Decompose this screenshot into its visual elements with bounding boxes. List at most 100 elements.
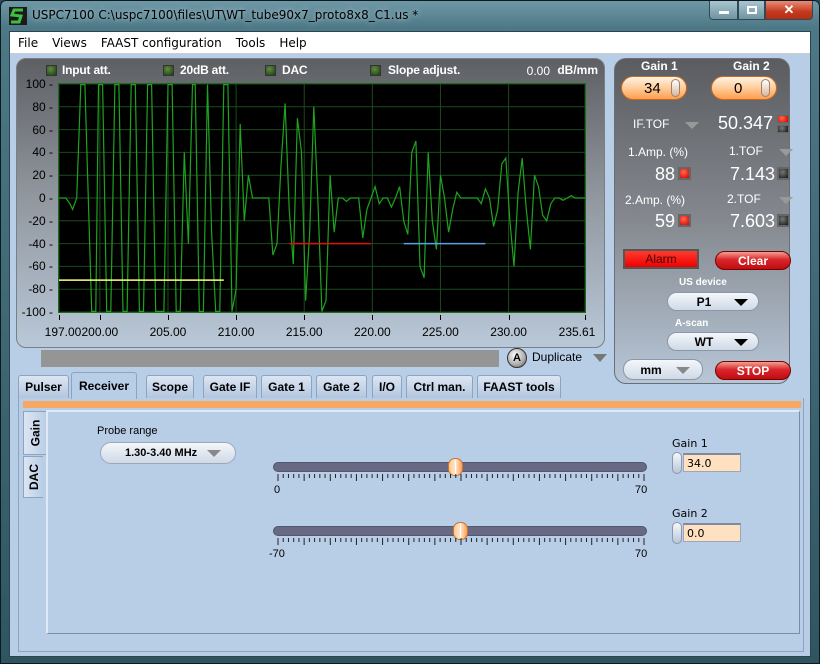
amp1-led (678, 167, 691, 180)
slope-value: 0.00 (526, 64, 550, 78)
y-tick-label: -20 - (28, 213, 53, 228)
gain2-spinner-icon[interactable] (672, 522, 682, 544)
menu-file[interactable]: File (12, 36, 44, 50)
gain2-value: 0 (734, 79, 743, 97)
x-tick-mark (304, 315, 306, 320)
client-area: File Views FAAST configuration Tools Hel… (9, 31, 811, 657)
x-tick-label: 205.00 (149, 325, 187, 339)
alarm-indicator: Alarm (623, 249, 699, 269)
unit-dropdown-icon (676, 367, 690, 374)
slope-adjust-led (370, 65, 381, 76)
ascan-label: A-scan (675, 318, 709, 329)
x-tick-mark (167, 315, 169, 320)
tab-gate-if[interactable]: Gate IF (203, 375, 257, 398)
x-tick-label: 220.00 (353, 325, 391, 339)
if-tof-led-off (777, 125, 789, 133)
menu-tools[interactable]: Tools (230, 36, 272, 50)
us-device-select[interactable]: P1 (667, 292, 759, 311)
title-bar[interactable]: USPC7100 C:\uspc7100\files\UT\WT_tube90x… (1, 1, 819, 31)
gain2-field-label: Gain 2 (672, 507, 708, 520)
tof1-label: 1.TOF (729, 144, 763, 158)
gain1-spinner-icon[interactable] (672, 452, 682, 474)
gain1-slider-max: 70 (635, 484, 648, 496)
probe-range-select[interactable]: 1.30-3.40 MHz (100, 442, 236, 464)
tab-faast-tools[interactable]: FAAST tools (477, 375, 561, 398)
dac-led (265, 65, 276, 76)
tab-io[interactable]: I/O (372, 375, 402, 398)
y-tick-label: -100 - (21, 305, 53, 319)
duplicate-label: Duplicate (532, 350, 583, 364)
maximize-icon (746, 6, 757, 14)
tof2-dropdown-icon[interactable] (779, 197, 793, 204)
x-tick-label: 235.61 (558, 325, 596, 339)
gain2-slider-max: 70 (635, 548, 648, 560)
close-button[interactable]: ✕ (765, 1, 813, 20)
20db-att-label: 20dB att. (180, 63, 229, 77)
unit-select[interactable]: mm (623, 359, 703, 380)
ascan-panel: Input att. 20dB att. DAC Slope adjust. 0… (16, 58, 605, 348)
menu-faast-configuration[interactable]: FAAST configuration (95, 36, 228, 50)
tab-ctrl-man[interactable]: Ctrl man. (406, 375, 473, 398)
20db-att-led (163, 65, 174, 76)
gain1-control[interactable]: 34 (621, 76, 687, 100)
stop-button[interactable]: STOP (715, 361, 791, 380)
if-tof-dropdown-icon[interactable] (685, 122, 699, 129)
gain-settings-panel: Probe range 1.30-3.40 MHz 0 70 -70 70 Ga… (46, 410, 800, 634)
if-tof-led-red (777, 115, 789, 123)
y-tick-label: 0 - (38, 191, 53, 205)
side-tab-gain-label: Gain (28, 419, 43, 447)
clear-button[interactable]: Clear (715, 251, 791, 270)
tof2-value: 7.603 (729, 211, 775, 231)
x-tick-label: 200.00 (81, 325, 119, 339)
gain1-field-label: Gain 1 (672, 437, 708, 450)
amp2-label: 2.Amp. (%) (625, 193, 686, 207)
gain1-spin-icon[interactable] (671, 79, 680, 97)
dac-label: DAC (282, 63, 308, 77)
y-tick-label: 80 - (32, 99, 53, 114)
gain1-label: Gain 1 (641, 59, 678, 73)
us-device-value: P1 (696, 294, 712, 309)
menu-bar: File Views FAAST configuration Tools Hel… (10, 32, 810, 54)
tab-gate-2[interactable]: Gate 2 (316, 375, 367, 398)
x-tick-label: 210.00 (217, 325, 255, 339)
gain2-control[interactable]: 0 (711, 76, 777, 100)
tof1-value: 7.143 (729, 164, 775, 184)
unit-value: mm (640, 362, 662, 377)
duplicate-dropdown-icon[interactable] (593, 354, 607, 362)
tab-pulser[interactable]: Pulser (18, 375, 69, 398)
minimize-button[interactable] (709, 1, 738, 20)
y-tick-label: -40 - (28, 236, 53, 251)
side-tab-gain[interactable]: Gain (23, 411, 47, 455)
us-device-dropdown-icon (734, 299, 748, 306)
side-tab-dac-label: DAC (26, 464, 41, 490)
probe-range-label: Probe range (97, 425, 158, 437)
gain1-value: 34 (644, 79, 661, 97)
ascan-chart (58, 83, 586, 313)
menu-views[interactable]: Views (46, 36, 93, 50)
app-logo-icon (9, 7, 27, 25)
ascan-select[interactable]: WT (667, 332, 759, 351)
duplicate-a-button[interactable]: A (507, 348, 527, 368)
side-tab-dac[interactable]: DAC (23, 456, 43, 498)
gain2-spin-icon[interactable] (761, 79, 770, 97)
tab-receiver[interactable]: Receiver (71, 372, 137, 399)
indicator-row: Input att. 20dB att. DAC Slope adjust. 0… (17, 63, 606, 79)
tab-accent-bar (23, 401, 801, 408)
tab-scope[interactable]: Scope (146, 375, 194, 398)
x-tick-mark (372, 315, 374, 320)
tof1-dropdown-icon[interactable] (779, 149, 793, 156)
gain2-slider-min: -70 (269, 548, 285, 560)
gain1-field[interactable]: 34.0 (683, 453, 741, 472)
gain1-slider-min: 0 (274, 484, 281, 496)
x-tick-label: 197.00 (44, 325, 82, 339)
y-tick-label: -80 - (28, 282, 53, 297)
y-tick-label: 100 - (25, 77, 53, 91)
amp1-label: 1.Amp. (%) (628, 145, 689, 159)
maximize-button[interactable] (738, 1, 765, 20)
gain2-field[interactable]: 0.0 (683, 523, 741, 542)
ascan-value: WT (694, 334, 714, 349)
ascan-plot[interactable] (58, 83, 586, 313)
menu-help[interactable]: Help (273, 36, 312, 50)
probe-range-dropdown-icon (207, 450, 221, 457)
tab-gate-1[interactable]: Gate 1 (261, 375, 312, 398)
